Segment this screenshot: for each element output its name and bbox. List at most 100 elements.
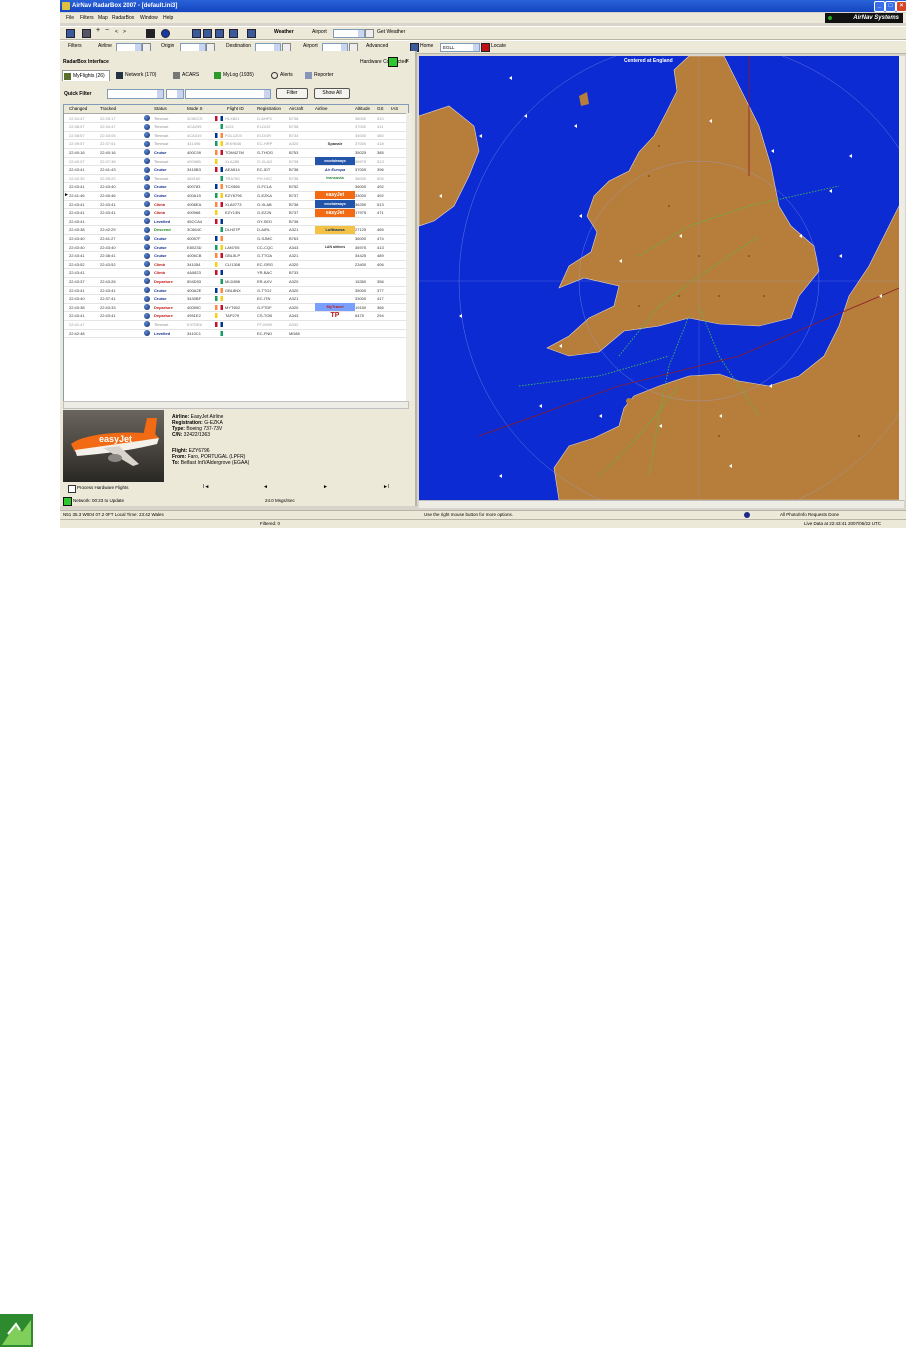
tab-acars[interactable]: ACARS <box>172 70 209 81</box>
previous-record-button[interactable]: ◄ <box>263 484 268 490</box>
row-registration: G-EZJN <box>257 210 272 216</box>
locate-button[interactable]: Locate <box>491 43 506 49</box>
tab-network[interactable]: Network (170) <box>115 70 168 81</box>
country-flag-icon <box>215 158 223 164</box>
row-status: Timeout <box>154 124 169 130</box>
col-registration[interactable]: Registration <box>257 106 281 111</box>
process-hardware-checkbox[interactable] <box>68 485 76 493</box>
col-aircraft[interactable]: Aircraft <box>289 106 303 111</box>
country-flag-icon <box>215 227 223 233</box>
radarbox-interface-panel: RadarBox Interface Hardware Connected × … <box>60 51 417 506</box>
col-gs[interactable]: GS <box>377 106 384 111</box>
labels-icon[interactable] <box>203 29 212 38</box>
row-flight-id: AEA514 <box>225 167 240 173</box>
close-button[interactable]: × <box>896 1 906 12</box>
row-gs: 465 <box>377 227 384 233</box>
row-flight-id: DLH27P <box>225 227 241 233</box>
col-ias[interactable]: IAS <box>391 106 398 111</box>
back-icon[interactable]: < <box>115 29 118 35</box>
country-flag-icon <box>215 313 223 319</box>
quick-filter-value-select[interactable] <box>185 89 271 99</box>
menu-filters[interactable]: Filters <box>80 15 94 21</box>
menu-map[interactable]: Map <box>98 15 108 21</box>
range-icon[interactable] <box>229 29 238 38</box>
menu-window[interactable]: Window <box>140 15 158 21</box>
weather-airport-select[interactable] <box>333 29 365 38</box>
minimize-button[interactable]: _ <box>874 1 885 12</box>
map-vertical-scrollbar[interactable] <box>899 56 905 500</box>
row-gs: 474 <box>377 235 384 241</box>
map-horizontal-scrollbar[interactable] <box>419 500 904 508</box>
zoom-out-icon[interactable]: − <box>105 27 109 34</box>
get-weather-button[interactable]: Get Weather <box>377 29 405 35</box>
row-mode-s: E8023D <box>187 244 202 250</box>
filters-dropdown[interactable]: Filters <box>68 43 82 49</box>
zoom-in-icon[interactable]: + <box>96 27 100 34</box>
advanced-dropdown[interactable]: Advanced <box>366 43 388 49</box>
maximize-button[interactable]: □ <box>885 1 896 12</box>
row-aircraft: A321 <box>289 227 299 233</box>
row-gs: 396 <box>377 167 384 173</box>
row-mode-s: 341496 <box>187 141 201 147</box>
menu-radarbox[interactable]: RadarBox <box>112 15 134 21</box>
tab-network-label: Network (170) <box>125 72 157 78</box>
col-flight-id[interactable]: Flight ID <box>227 106 244 111</box>
col-tracked[interactable]: Tracked <box>100 106 116 111</box>
menu-help[interactable]: Help <box>163 15 173 21</box>
first-record-button[interactable]: I◄ <box>203 484 209 490</box>
row-changed: 22:43:38 <box>69 304 85 310</box>
row-gs: 513 <box>377 158 384 164</box>
radar-map[interactable]: Centered at England <box>419 56 904 500</box>
layers-icon[interactable] <box>146 29 155 38</box>
map-hint: Use the right mouse button for more opti… <box>424 512 514 517</box>
col-changed[interactable]: Changed <box>69 106 87 111</box>
row-flight-id: XLA9773 <box>225 201 242 207</box>
tab-mylog[interactable]: MyLog (1935) <box>213 70 268 81</box>
row-tracked: 22:38:41 <box>100 253 116 259</box>
col-altitude[interactable]: Altitude <box>355 106 370 111</box>
country-flag-icon <box>215 321 223 327</box>
row-aircraft: B738 <box>289 167 299 173</box>
trails-icon[interactable] <box>215 29 224 38</box>
col-status[interactable]: Status <box>154 106 167 111</box>
panel-close-icon[interactable]: × <box>405 58 409 65</box>
row-gs: 377 <box>377 287 384 293</box>
airline-logo: excelairways <box>315 157 355 165</box>
row-changed: 22:40:16 <box>69 149 85 155</box>
home-airport-select[interactable]: EGLL <box>440 43 480 52</box>
weather-airport-button[interactable] <box>365 29 374 38</box>
forward-icon[interactable]: > <box>123 29 126 35</box>
locate-icon[interactable] <box>481 43 490 52</box>
row-flight-id: TCX566 <box>225 184 240 190</box>
row-mode-s: 4951E2 <box>187 313 201 319</box>
quick-filter-field-select[interactable] <box>107 89 164 99</box>
show-all-button[interactable]: Show All <box>314 88 350 99</box>
col-airline[interactable]: Airline <box>315 106 328 111</box>
globe-icon <box>144 287 150 293</box>
table-vertical-scrollbar[interactable] <box>406 113 412 401</box>
row-altitude: 37000 <box>355 124 367 130</box>
brand-name: AirNav Systems <box>853 15 899 21</box>
col-mode-s[interactable]: Mode S <box>187 106 203 111</box>
next-record-button[interactable]: ► <box>323 484 328 490</box>
globe-icon <box>144 209 150 216</box>
display-icon[interactable] <box>247 29 256 38</box>
row-registration: CS-TOB <box>257 313 273 319</box>
filter-button[interactable]: Filter <box>276 88 308 99</box>
globe-icon[interactable] <box>161 29 170 38</box>
tab-alerts[interactable]: Alerts <box>270 70 300 81</box>
last-record-button[interactable]: ►I <box>383 484 389 490</box>
row-gs: 471 <box>377 210 384 216</box>
quick-filter-operator-select[interactable] <box>166 89 184 99</box>
zoom-icon[interactable] <box>82 29 91 38</box>
tab-reporter[interactable]: Reporter <box>304 70 346 81</box>
grid-icon[interactable] <box>192 29 201 38</box>
tab-myflights[interactable]: MyFlights (26) <box>62 70 110 81</box>
menu-file[interactable]: File <box>66 15 74 21</box>
table-horizontal-scrollbar[interactable] <box>63 401 409 409</box>
row-altitude: 36000 <box>355 235 367 241</box>
airline-logo: LAN airlines <box>324 245 346 249</box>
map-icon[interactable] <box>66 29 75 38</box>
row-gs: 510 <box>377 115 384 121</box>
table-row[interactable]: 22:42:48 3410C1 EC-FND MD88 Levelled <box>64 329 408 339</box>
